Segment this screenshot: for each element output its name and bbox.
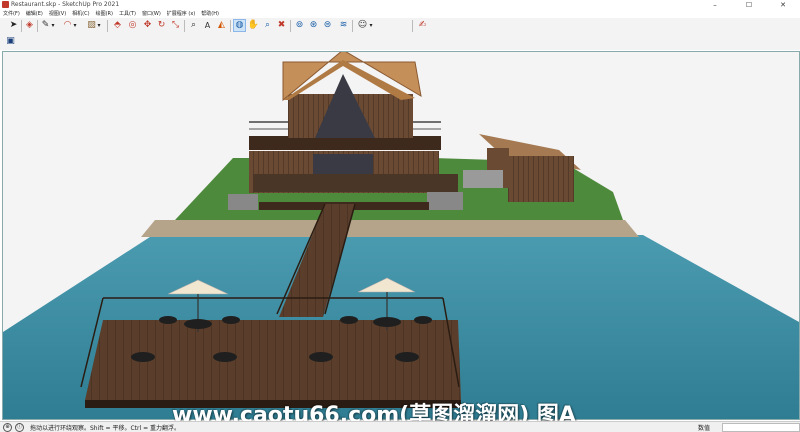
maximize-button[interactable]: ☐: [732, 0, 766, 10]
table: [222, 316, 240, 324]
menu-extensions[interactable]: 扩展程序 (x): [164, 10, 198, 18]
menu-window[interactable]: 窗口(W): [139, 10, 164, 18]
profile-dropdown[interactable]: ▾: [368, 20, 374, 31]
tape-measure-tool-button[interactable]: ⌕: [188, 20, 199, 31]
menu-edit[interactable]: 编辑(E): [23, 10, 46, 18]
sand-strip: [141, 220, 639, 237]
table: [131, 352, 155, 362]
zoom-tool-button[interactable]: ⌕: [262, 20, 273, 31]
eraser-tool-button[interactable]: ◈: [24, 20, 35, 31]
table: [213, 352, 237, 362]
table: [414, 316, 432, 324]
shed-body: [508, 156, 574, 202]
toolbar-separator: [184, 20, 185, 32]
table: [184, 319, 212, 329]
table: [309, 352, 333, 362]
minimize-button[interactable]: –: [698, 0, 732, 10]
send-to-layout-button[interactable]: ⊜: [322, 20, 333, 31]
extension-warehouse-button[interactable]: ⊛: [308, 20, 319, 31]
toolbar-separator: [352, 20, 353, 32]
rotate-tool-button[interactable]: ↻: [156, 20, 167, 31]
edit-note-button[interactable]: ✍: [417, 20, 428, 31]
text-tool-button[interactable]: A: [202, 20, 213, 31]
paint-bucket-tool-button[interactable]: ◭: [216, 20, 227, 31]
style-button[interactable]: ▣: [5, 36, 16, 47]
menu-camera[interactable]: 相机(C): [69, 10, 92, 18]
secondary-toolbar: ▣: [0, 34, 800, 50]
toolbar-separator: [107, 20, 108, 32]
3d-warehouse-button[interactable]: ⊚: [294, 20, 305, 31]
right-planter: [427, 192, 463, 210]
menu-view[interactable]: 视图(V): [46, 10, 69, 18]
menu-bar: 文件(F) 编辑(E) 视图(V) 相机(C) 绘图(R) 工具(T) 窗口(W…: [0, 10, 800, 18]
toolbar-separator: [230, 20, 231, 32]
restaurant-3d-scene[interactable]: [3, 52, 799, 419]
arc-tool-dropdown[interactable]: ▾: [72, 20, 78, 31]
push-pull-tool-button[interactable]: ⬘: [112, 20, 123, 31]
table: [373, 317, 401, 327]
orbit-tool-button[interactable]: ◍: [233, 19, 246, 32]
menu-draw[interactable]: 绘图(R): [93, 10, 116, 18]
table: [395, 352, 419, 362]
extension-manager-button[interactable]: ≋: [338, 20, 349, 31]
move-tool-button[interactable]: ✥: [142, 20, 153, 31]
window-title: Restaurant.skp - SketchUp Pro 2021: [11, 1, 120, 8]
select-tool-button[interactable]: ➤: [8, 20, 19, 31]
menu-help[interactable]: 帮助(H): [198, 10, 222, 18]
line-tool-dropdown[interactable]: ▾: [50, 20, 56, 31]
status-bar: ⊕ ⓘ 拖动以进行环绕观察。Shift = 平移。Ctrl = 重力翻浮。 数值: [0, 421, 800, 432]
pan-tool-button[interactable]: ✋: [248, 20, 259, 31]
table: [340, 316, 358, 324]
title-bar: Restaurant.skp - SketchUp Pro 2021 – ☐ ✕: [0, 0, 800, 10]
profile-button[interactable]: ☺: [357, 20, 368, 31]
main-toolbar: ➤ ◈ ✎ ▾ ◠ ▾ ▨ ▾ ⬘ ◎ ✥ ↻ ⤡ ⌕ A ◭ ◍ ✋ ⌕ ✖ …: [0, 18, 800, 35]
offset-tool-button[interactable]: ◎: [127, 20, 138, 31]
balcony-deck: [249, 136, 441, 150]
house-lower-deck: [253, 174, 458, 192]
toolbar-separator: [290, 20, 291, 32]
shed-steps: [463, 170, 503, 188]
window-controls: – ☐ ✕: [698, 0, 800, 10]
close-button[interactable]: ✕: [766, 0, 800, 10]
menu-file[interactable]: 文件(F): [0, 10, 23, 18]
scale-tool-button[interactable]: ⤡: [170, 20, 181, 31]
left-planter: [228, 194, 258, 210]
toolbar-separator: [412, 20, 413, 32]
zoom-extents-tool-button[interactable]: ✖: [276, 20, 287, 31]
toolbar-separator: [37, 20, 38, 32]
table: [159, 316, 177, 324]
toolbar-separator: [21, 20, 22, 32]
rectangle-tool-dropdown[interactable]: ▾: [96, 20, 102, 31]
model-viewport[interactable]: [2, 51, 800, 420]
menu-tools[interactable]: 工具(T): [116, 10, 139, 18]
sketchup-app-icon: [2, 1, 9, 8]
